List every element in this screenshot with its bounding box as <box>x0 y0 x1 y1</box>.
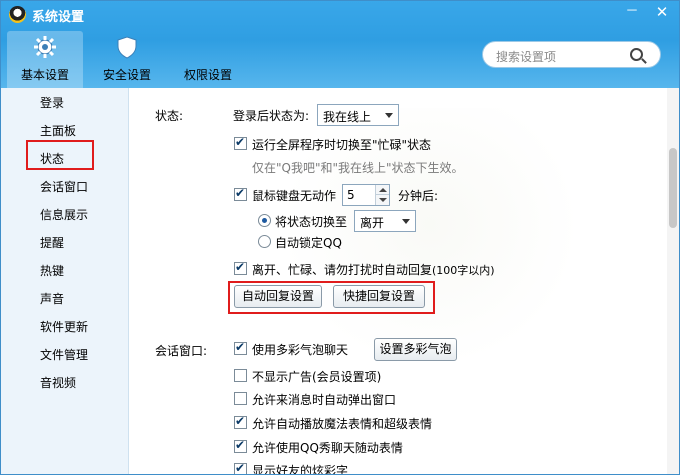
qq-logo-icon <box>9 6 26 23</box>
bubble-chat-label: 使用多彩气泡聊天 <box>252 343 349 357</box>
chevron-down-icon <box>385 113 393 118</box>
no-ads-label: 不显示广告(会员设置项) <box>252 370 382 384</box>
fullscreen-busy-hint: 仅在"Q我吧"和"我在线上"状态下生效。 <box>252 161 464 175</box>
shield-icon <box>117 36 137 59</box>
magic-emoji-checkbox[interactable] <box>234 414 247 429</box>
reply-buttons-highlight <box>228 281 435 314</box>
auto-reply-label: 离开、忙碌、请勿打扰时自动回复(100字以内) <box>252 261 495 278</box>
idle-label: 鼠标键盘无动作 <box>252 189 337 203</box>
gear-icon <box>34 36 56 58</box>
settings-window: 系统设置 － ✕ 基本设置 安全设置 权限设置 搜索设置项 登录 主面板 状态 … <box>0 0 680 475</box>
after-login-status-label: 登录后状态为: <box>233 109 310 123</box>
tab-label: 基本设置 <box>20 68 69 82</box>
sidebar-item-reminder[interactable]: 提醒 <box>40 234 64 251</box>
idle-minutes-value: 5 <box>347 188 355 202</box>
qqshow-emoji-checkbox[interactable] <box>234 438 247 453</box>
sidebar-item-sound[interactable]: 声音 <box>40 290 64 307</box>
auto-reply-note: (100字以内) <box>432 264 495 277</box>
switch-status-dropdown[interactable]: 离开 <box>354 210 416 232</box>
sidebar-item-software-update[interactable]: 软件更新 <box>40 318 88 335</box>
auto-popup-label: 允许来消息时自动弹出窗口 <box>252 393 397 407</box>
fullscreen-busy-label: 运行全屏程序时切换至"忙碌"状态 <box>252 138 432 152</box>
colorful-text-label: 显示好友的炫彩字 <box>252 464 349 475</box>
idle-checkbox[interactable] <box>234 186 247 201</box>
selected-item-highlight <box>26 140 94 170</box>
chevron-down-icon <box>402 219 410 224</box>
switch-status-label: 将状态切换至 <box>275 215 348 229</box>
sidebar-item-file-management[interactable]: 文件管理 <box>40 346 88 363</box>
sidebar-item-login[interactable]: 登录 <box>40 94 64 111</box>
auto-reply-checkbox[interactable] <box>234 260 247 275</box>
sidebar: 登录 主面板 状态 会话窗口 信息展示 提醒 热键 声音 软件更新 文件管理 音… <box>1 88 129 474</box>
bubble-chat-checkbox[interactable] <box>234 340 247 355</box>
qqshow-emoji-label: 允许使用QQ秀聊天随动表情 <box>252 441 403 455</box>
search-input[interactable]: 搜索设置项 <box>482 41 661 68</box>
stepper-down-icon[interactable] <box>375 195 389 205</box>
colorful-text-checkbox[interactable] <box>234 461 247 474</box>
auto-lock-label: 自动锁定QQ <box>275 236 342 250</box>
search-placeholder: 搜索设置项 <box>496 50 557 64</box>
login-status-value: 我在线上 <box>323 110 372 124</box>
switch-status-radio[interactable] <box>258 214 271 227</box>
switch-status-value: 离开 <box>360 216 385 230</box>
search-icon[interactable] <box>630 48 643 61</box>
auto-lock-radio[interactable] <box>258 235 271 248</box>
top-bar: 系统设置 － ✕ 基本设置 安全设置 权限设置 搜索设置项 <box>1 1 679 88</box>
fullscreen-busy-checkbox[interactable] <box>234 135 247 150</box>
login-status-dropdown[interactable]: 我在线上 <box>317 104 399 126</box>
idle-minutes-stepper[interactable]: 5 <box>342 184 390 206</box>
tab-permission-settings[interactable]: 权限设置 <box>170 31 246 88</box>
window-title: 系统设置 <box>32 10 85 25</box>
close-button[interactable]: ✕ <box>649 3 675 21</box>
auto-reply-label-text: 离开、忙碌、请勿打扰时自动回复 <box>252 263 433 277</box>
tab-label: 权限设置 <box>183 68 232 82</box>
vertical-scrollbar[interactable] <box>667 88 679 474</box>
no-ads-checkbox[interactable] <box>234 369 247 382</box>
scrollbar-thumb[interactable] <box>669 148 677 228</box>
auto-popup-checkbox[interactable] <box>234 392 247 405</box>
tab-security-settings[interactable]: 安全设置 <box>89 31 165 88</box>
chat-section-heading: 会话窗口: <box>155 344 208 358</box>
sidebar-item-chat-window[interactable]: 会话窗口 <box>40 178 88 195</box>
tab-basic-settings[interactable]: 基本设置 <box>7 31 83 88</box>
sidebar-item-main-panel[interactable]: 主面板 <box>40 122 76 139</box>
set-bubble-button[interactable]: 设置多彩气泡 <box>374 338 457 361</box>
sidebar-item-hotkey[interactable]: 热键 <box>40 262 64 279</box>
magic-emoji-label: 允许自动播放魔法表情和超级表情 <box>252 417 433 431</box>
sidebar-item-info-display[interactable]: 信息展示 <box>40 206 88 223</box>
minimize-button[interactable]: － <box>619 3 645 21</box>
tab-label: 安全设置 <box>102 68 151 82</box>
settings-content: 状态: 登录后状态为: 我在线上 运行全屏程序时切换至"忙碌"状态 仅在"Q我吧… <box>130 88 667 475</box>
sidebar-item-audio-video[interactable]: 音视频 <box>40 374 76 391</box>
stepper-up-icon[interactable] <box>375 185 389 195</box>
idle-suffix-label: 分钟后: <box>398 189 439 203</box>
status-section-heading: 状态: <box>155 109 184 123</box>
